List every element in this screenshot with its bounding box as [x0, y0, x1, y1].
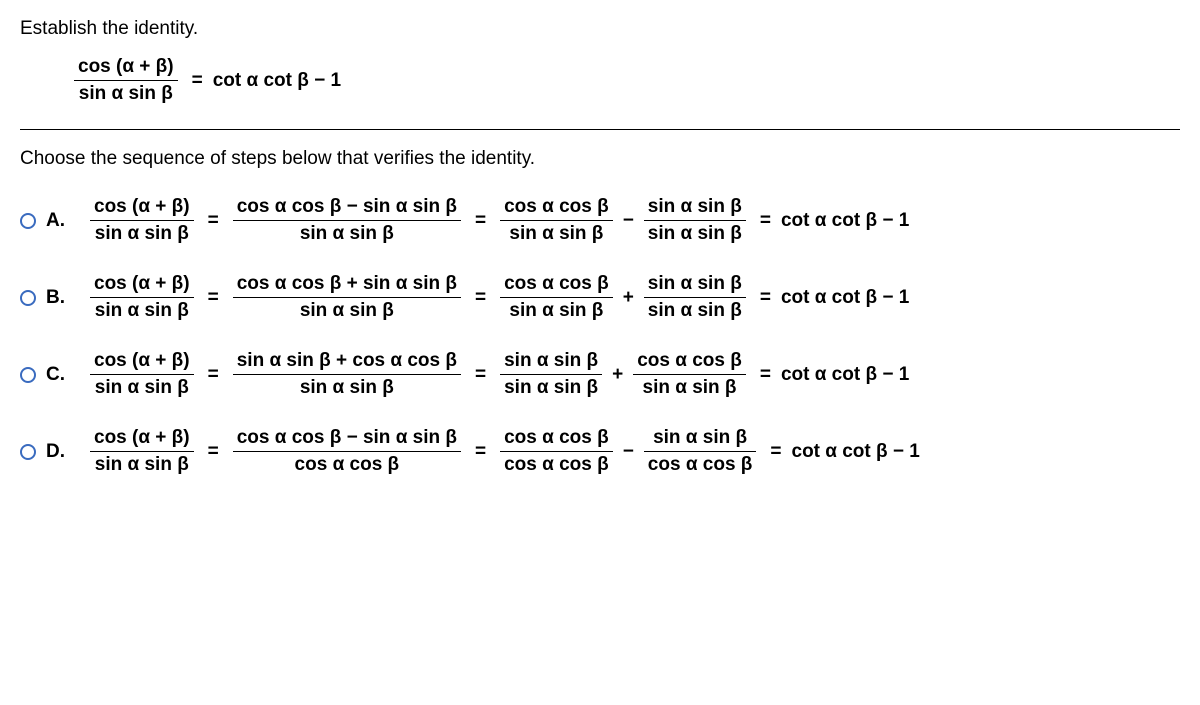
- identity-lhs-num: cos (α + β): [74, 54, 178, 80]
- num: cos α cos β − sin α sin β: [233, 425, 461, 451]
- fraction: cos (α + β) sin α sin β: [90, 348, 194, 401]
- fraction: cos α cos β sin α sin β: [500, 271, 613, 324]
- option-chain: cos (α + β) sin α sin β = cos α cos β + …: [86, 271, 909, 324]
- option-chain: cos (α + β) sin α sin β = sin α sin β + …: [86, 348, 909, 401]
- den: sin α sin β: [505, 298, 607, 324]
- identity-equation: cos (α + β) sin α sin β = cot α cot β − …: [70, 54, 1180, 107]
- result: cot α cot β − 1: [792, 441, 920, 463]
- den: sin α sin β: [91, 375, 193, 401]
- option-b[interactable]: B. cos (α + β) sin α sin β = cos α cos β…: [20, 271, 1180, 324]
- option-letter: B.: [46, 287, 68, 309]
- fraction: sin α sin β + cos α cos β sin α sin β: [233, 348, 461, 401]
- result: cot α cot β − 1: [781, 287, 909, 309]
- den: sin α sin β: [296, 375, 398, 401]
- fraction: sin α sin β sin α sin β: [500, 348, 602, 401]
- den: sin α sin β: [91, 452, 193, 478]
- num: cos α cos β: [500, 425, 613, 451]
- den: sin α sin β: [91, 221, 193, 247]
- den: sin α sin β: [296, 221, 398, 247]
- num: cos α cos β: [500, 271, 613, 297]
- equals-sign: =: [475, 287, 486, 309]
- num: cos (α + β): [90, 271, 194, 297]
- fraction: sin α sin β sin α sin β: [644, 271, 746, 324]
- option-letter: C.: [46, 364, 68, 386]
- den: sin α sin β: [644, 298, 746, 324]
- num: sin α sin β: [500, 348, 602, 374]
- den: sin α sin β: [500, 375, 602, 401]
- num: cos (α + β): [90, 348, 194, 374]
- fraction: cos α cos β sin α sin β: [633, 348, 746, 401]
- equals-sign: =: [475, 364, 486, 386]
- equals-sign: =: [208, 287, 219, 309]
- den: sin α sin β: [296, 298, 398, 324]
- fraction: cos α cos β cos α cos β: [500, 425, 613, 478]
- separator-line: [20, 129, 1180, 130]
- radio-icon[interactable]: [20, 290, 36, 306]
- option-chain: cos (α + β) sin α sin β = cos α cos β − …: [86, 194, 909, 247]
- num: cos α cos β: [633, 348, 746, 374]
- identity-lhs-fraction: cos (α + β) sin α sin β: [74, 54, 178, 107]
- radio-icon[interactable]: [20, 444, 36, 460]
- fraction: cos (α + β) sin α sin β: [90, 194, 194, 247]
- num: sin α sin β + cos α cos β: [233, 348, 461, 374]
- equals-sign: =: [475, 441, 486, 463]
- num: cos α cos β: [500, 194, 613, 220]
- den: sin α sin β: [91, 298, 193, 324]
- prompt-text: Establish the identity.: [20, 18, 1180, 40]
- equals-sign: =: [760, 287, 771, 309]
- equals-sign: =: [770, 441, 781, 463]
- option-d[interactable]: D. cos (α + β) sin α sin β = cos α cos β…: [20, 425, 1180, 478]
- den: sin α sin β: [505, 221, 607, 247]
- fraction: cos (α + β) sin α sin β: [90, 425, 194, 478]
- equals-sign: =: [208, 441, 219, 463]
- num: sin α sin β: [644, 194, 746, 220]
- den: cos α cos β: [291, 452, 404, 478]
- options-list: A. cos (α + β) sin α sin β = cos α cos β…: [20, 194, 1180, 478]
- radio-icon[interactable]: [20, 213, 36, 229]
- identity-rhs: cot α cot β − 1: [213, 70, 341, 92]
- den: sin α sin β: [644, 221, 746, 247]
- num: cos α cos β + sin α sin β: [233, 271, 461, 297]
- den: sin α sin β: [639, 375, 741, 401]
- operator: +: [612, 364, 623, 386]
- fraction: cos α cos β sin α sin β: [500, 194, 613, 247]
- operator: +: [623, 287, 634, 309]
- operator: −: [623, 441, 634, 463]
- instruction-text: Choose the sequence of steps below that …: [20, 148, 1180, 170]
- num: sin α sin β: [644, 271, 746, 297]
- option-a[interactable]: A. cos (α + β) sin α sin β = cos α cos β…: [20, 194, 1180, 247]
- option-letter: D.: [46, 441, 68, 463]
- result: cot α cot β − 1: [781, 364, 909, 386]
- equals-sign: =: [760, 210, 771, 232]
- result: cot α cot β − 1: [781, 210, 909, 232]
- equals-sign: =: [208, 364, 219, 386]
- num: cos (α + β): [90, 194, 194, 220]
- radio-icon[interactable]: [20, 367, 36, 383]
- fraction: cos (α + β) sin α sin β: [90, 271, 194, 324]
- identity-lhs-den: sin α sin β: [75, 81, 177, 107]
- den: cos α cos β: [644, 452, 757, 478]
- option-c[interactable]: C. cos (α + β) sin α sin β = sin α sin β…: [20, 348, 1180, 401]
- fraction: cos α cos β + sin α sin β sin α sin β: [233, 271, 461, 324]
- fraction: cos α cos β − sin α sin β sin α sin β: [233, 194, 461, 247]
- option-letter: A.: [46, 210, 68, 232]
- equals-sign: =: [192, 70, 203, 92]
- equals-sign: =: [760, 364, 771, 386]
- num: cos α cos β − sin α sin β: [233, 194, 461, 220]
- den: cos α cos β: [500, 452, 613, 478]
- equals-sign: =: [475, 210, 486, 232]
- num: sin α sin β: [649, 425, 751, 451]
- fraction: sin α sin β sin α sin β: [644, 194, 746, 247]
- equals-sign: =: [208, 210, 219, 232]
- fraction: cos α cos β − sin α sin β cos α cos β: [233, 425, 461, 478]
- num: cos (α + β): [90, 425, 194, 451]
- option-chain: cos (α + β) sin α sin β = cos α cos β − …: [86, 425, 920, 478]
- operator: −: [623, 210, 634, 232]
- fraction: sin α sin β cos α cos β: [644, 425, 757, 478]
